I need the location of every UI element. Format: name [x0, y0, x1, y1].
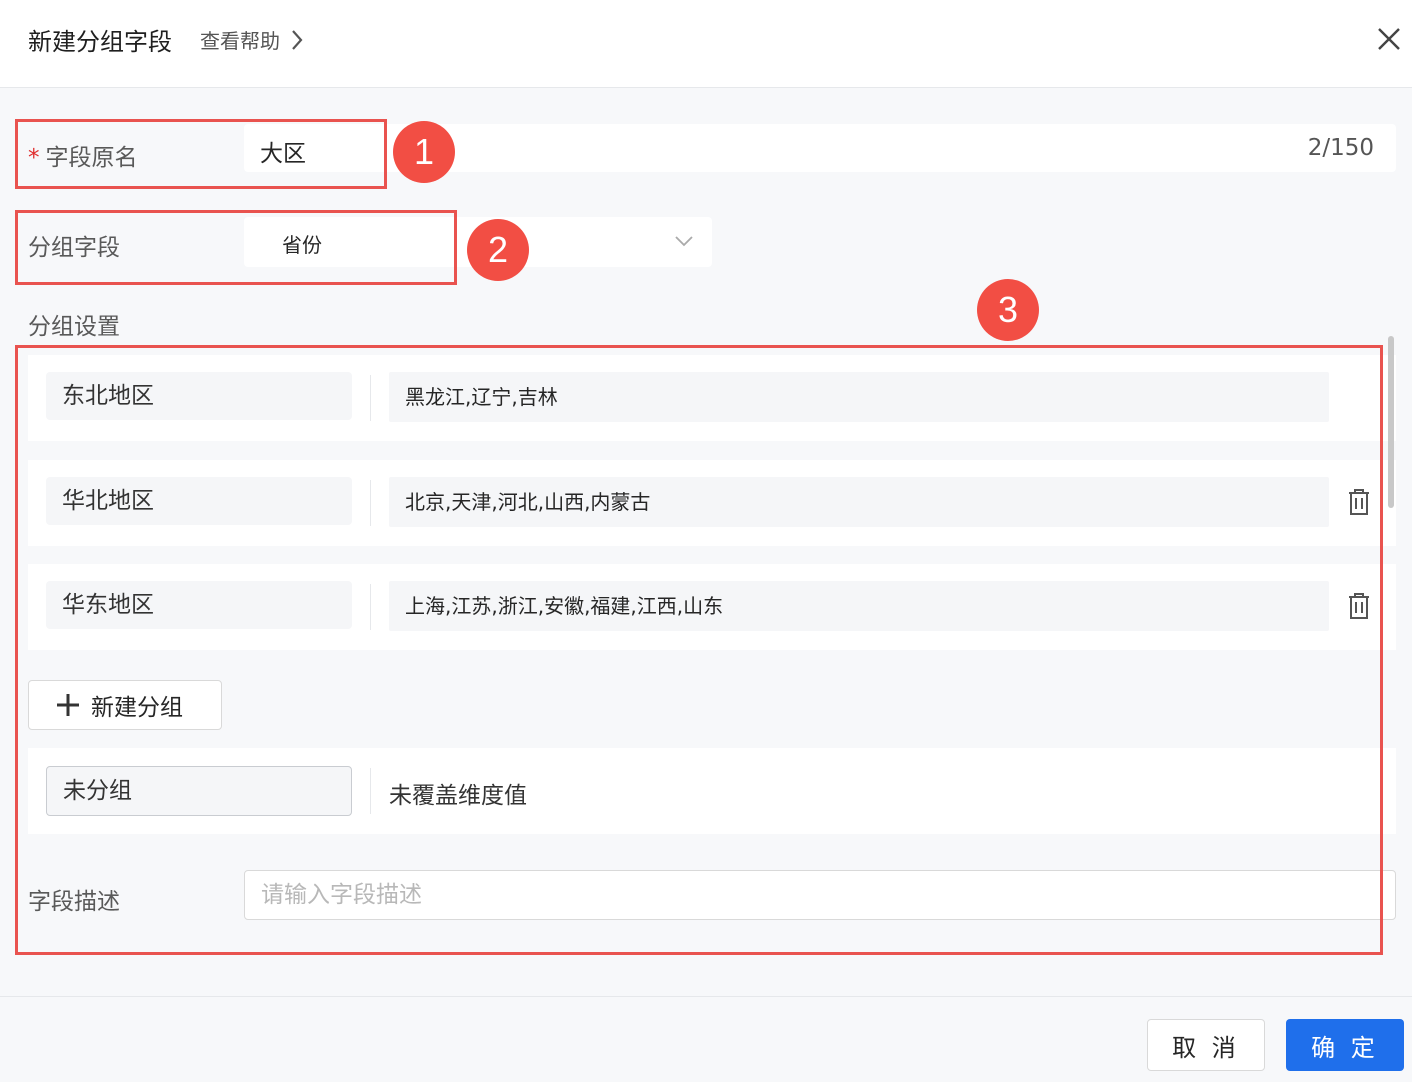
group-values-input[interactable]: 上海,江苏,浙江,安徽,福建,江西,山东 — [389, 581, 1329, 631]
divider — [370, 768, 371, 814]
help-link-label: 查看帮助 — [200, 29, 280, 53]
description-input[interactable] — [244, 870, 1396, 920]
ungrouped-value: 未覆盖维度值 — [389, 783, 527, 809]
original-name-value: 大区 — [260, 141, 306, 167]
plus-icon — [57, 694, 79, 716]
group-name-input[interactable]: 东北地区 — [46, 372, 352, 420]
ungrouped-row: 未分组 未覆盖维度值 — [28, 748, 1396, 834]
group-settings-label: 分组设置 — [28, 314, 120, 340]
divider — [370, 375, 371, 421]
group-field-value: 省份 — [282, 233, 322, 257]
chevron-down-icon — [675, 236, 693, 247]
group-field-label: 分组字段 — [28, 235, 120, 261]
dialog-title: 新建分组字段 — [28, 28, 172, 56]
annotation-badge-3: 3 — [977, 279, 1039, 341]
divider — [370, 480, 371, 526]
required-mark: * — [28, 145, 40, 171]
group-settings-area: 东北地区 黑龙江,辽宁,吉林 华北地区 北京,天津,河北,山西,内蒙古 华东地区… — [28, 338, 1396, 848]
trash-icon[interactable] — [1348, 592, 1370, 620]
trash-icon[interactable] — [1348, 488, 1370, 516]
description-label: 字段描述 — [28, 889, 120, 915]
add-group-label: 新建分组 — [91, 695, 183, 721]
divider — [370, 584, 371, 630]
dialog-header: 新建分组字段 查看帮助 — [0, 0, 1412, 88]
cancel-button[interactable]: 取 消 — [1147, 1019, 1265, 1071]
group-name-input[interactable]: 华东地区 — [46, 581, 352, 629]
scrollbar-thumb[interactable] — [1388, 336, 1394, 508]
annotation-badge-2: 2 — [467, 219, 529, 281]
dialog-footer: 取 消 确 定 — [0, 996, 1412, 1082]
group-row: 东北地区 黑龙江,辽宁,吉林 — [28, 355, 1396, 441]
close-icon[interactable] — [1374, 24, 1404, 54]
original-name-label: * 字段原名 — [28, 145, 138, 171]
group-row: 华北地区 北京,天津,河北,山西,内蒙古 — [28, 460, 1396, 546]
ungrouped-name-input[interactable]: 未分组 — [46, 766, 352, 816]
group-row: 华东地区 上海,江苏,浙江,安徽,福建,江西,山东 — [28, 564, 1396, 650]
add-group-button[interactable]: 新建分组 — [28, 680, 222, 730]
ok-button[interactable]: 确 定 — [1286, 1019, 1404, 1071]
help-link[interactable]: 查看帮助 — [200, 25, 304, 54]
annotation-badge-1: 1 — [393, 121, 455, 183]
group-values-input[interactable]: 黑龙江,辽宁,吉林 — [389, 372, 1329, 422]
group-name-input[interactable]: 华北地区 — [46, 477, 352, 525]
character-count: 2/150 — [1307, 135, 1374, 161]
scrollbar[interactable] — [1386, 336, 1396, 662]
chevron-right-icon — [292, 29, 303, 50]
group-values-input[interactable]: 北京,天津,河北,山西,内蒙古 — [389, 477, 1329, 527]
